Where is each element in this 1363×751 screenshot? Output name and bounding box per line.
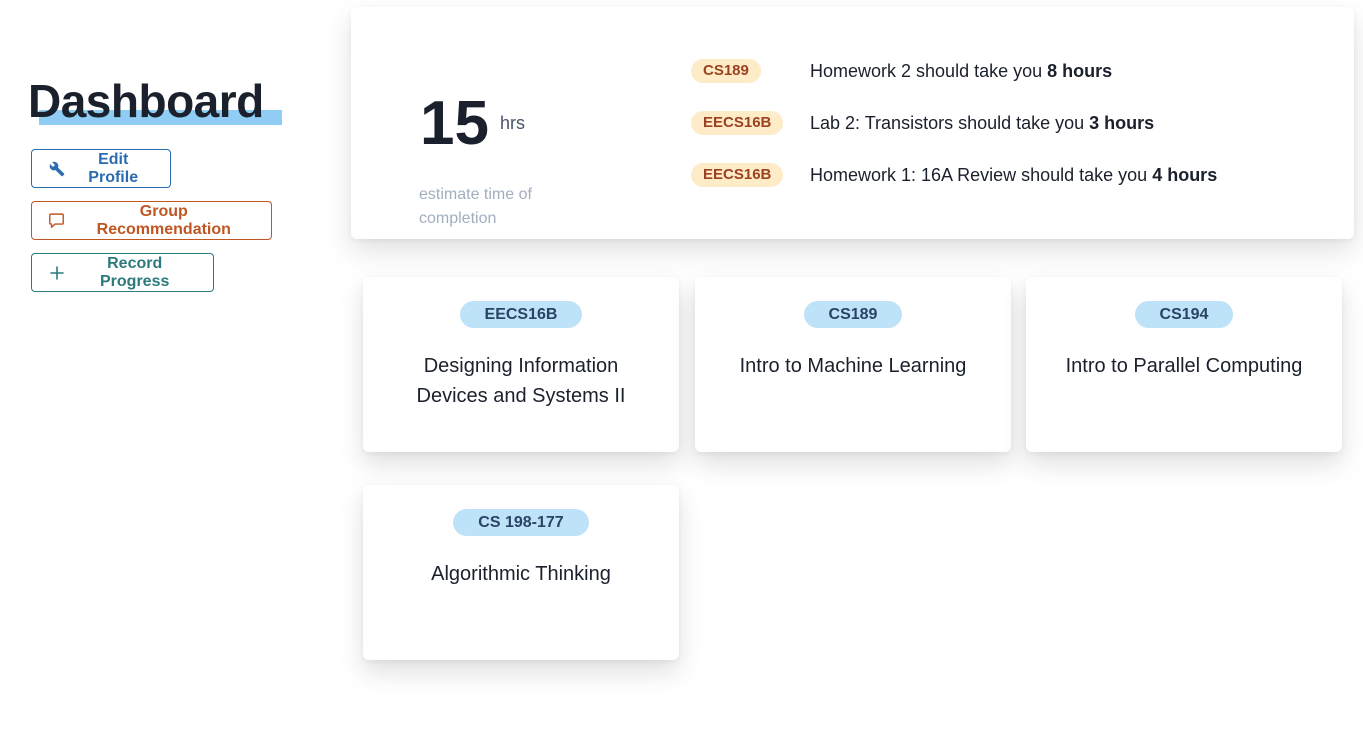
group-recommendation-button[interactable]: Group Recommendation (31, 201, 272, 240)
record-progress-button[interactable]: Record Progress (31, 253, 214, 292)
task-description: Homework 2 should take you 8 hours (810, 60, 1113, 81)
course-code-badge: CS 198-177 (453, 509, 589, 536)
course-name: Designing Information Devices and System… (416, 355, 626, 407)
record-progress-label: Record Progress (100, 254, 170, 290)
page-title: Dashboard (28, 75, 264, 127)
task-description: Homework 1: 16A Review should take you 4… (810, 164, 1218, 185)
time-estimate-card: 15 hrs estimate time of completion CS189… (351, 7, 1354, 239)
task-item: CS189 Homework 2 should take you 8 hours (691, 58, 1112, 84)
wrench-icon (48, 160, 65, 178)
task-course-badge: CS189 (691, 59, 761, 83)
course-name: Algorithmic Thinking (431, 563, 611, 585)
course-card-cs194[interactable]: CS194 Intro to Parallel Computing (1026, 277, 1342, 452)
task-course-badge: EECS16B (691, 111, 784, 135)
group-recommendation-label: Group Recommendation (96, 202, 231, 238)
task-item: EECS16B Lab 2: Transistors should take y… (691, 110, 1154, 136)
edit-profile-button[interactable]: Edit Profile (31, 149, 171, 188)
total-hours-label: estimate time of completion (419, 186, 532, 227)
total-hours-value: 15 (420, 89, 489, 158)
course-card-cs189[interactable]: CS189 Intro to Machine Learning (695, 277, 1011, 452)
course-name: Intro to Parallel Computing (1065, 355, 1303, 377)
edit-profile-label: Edit Profile (88, 150, 139, 186)
plus-icon (48, 264, 65, 282)
chat-bubble-icon (48, 212, 66, 230)
task-course-badge: EECS16B (691, 163, 784, 187)
course-code-badge: CS189 (803, 301, 903, 328)
course-card-eecs16b[interactable]: EECS16B Designing Information Devices an… (363, 277, 679, 452)
task-description: Lab 2: Transistors should take you 3 hou… (810, 112, 1155, 133)
sidebar: Dashboard Edit Profile Group Recommendat… (0, 0, 330, 751)
course-card-cs198-177[interactable]: CS 198-177 Algorithmic Thinking (363, 485, 679, 660)
task-item: EECS16B Homework 1: 16A Review should ta… (691, 162, 1217, 188)
course-name: Intro to Machine Learning (739, 355, 967, 377)
course-code-badge: CS194 (1134, 301, 1234, 328)
page-title-wrap: Dashboard (28, 74, 282, 128)
total-hours-unit: hrs (500, 113, 526, 133)
course-code-badge: EECS16B (459, 301, 583, 328)
